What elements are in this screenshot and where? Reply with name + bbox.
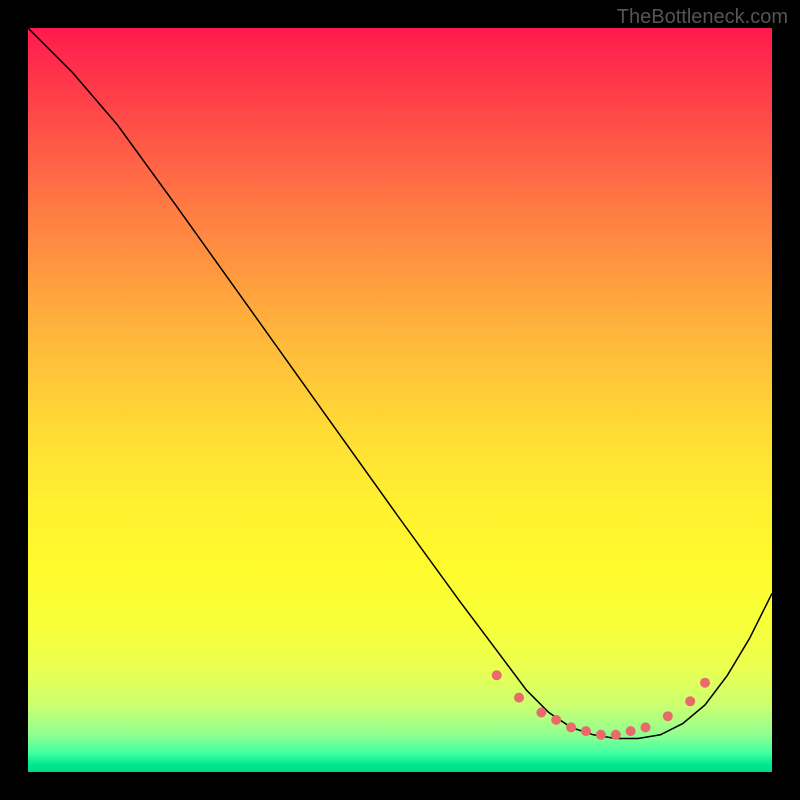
scatter-dot [611, 730, 621, 740]
curve-line [28, 28, 772, 739]
scatter-dot [626, 726, 636, 736]
scatter-dot [700, 678, 710, 688]
scatter-dot [663, 711, 673, 721]
scatter-dot [641, 722, 651, 732]
chart-area [28, 28, 772, 772]
scatter-dot [685, 696, 695, 706]
scatter-dot [514, 693, 524, 703]
scatter-dot [596, 730, 606, 740]
scatter-dot [581, 726, 591, 736]
scatter-dot [566, 722, 576, 732]
chart-svg [28, 28, 772, 772]
scatter-dot [536, 708, 546, 718]
scatter-dot [551, 715, 561, 725]
scatter-dots [492, 670, 710, 740]
watermark-text: TheBottleneck.com [617, 6, 788, 29]
scatter-dot [492, 670, 502, 680]
